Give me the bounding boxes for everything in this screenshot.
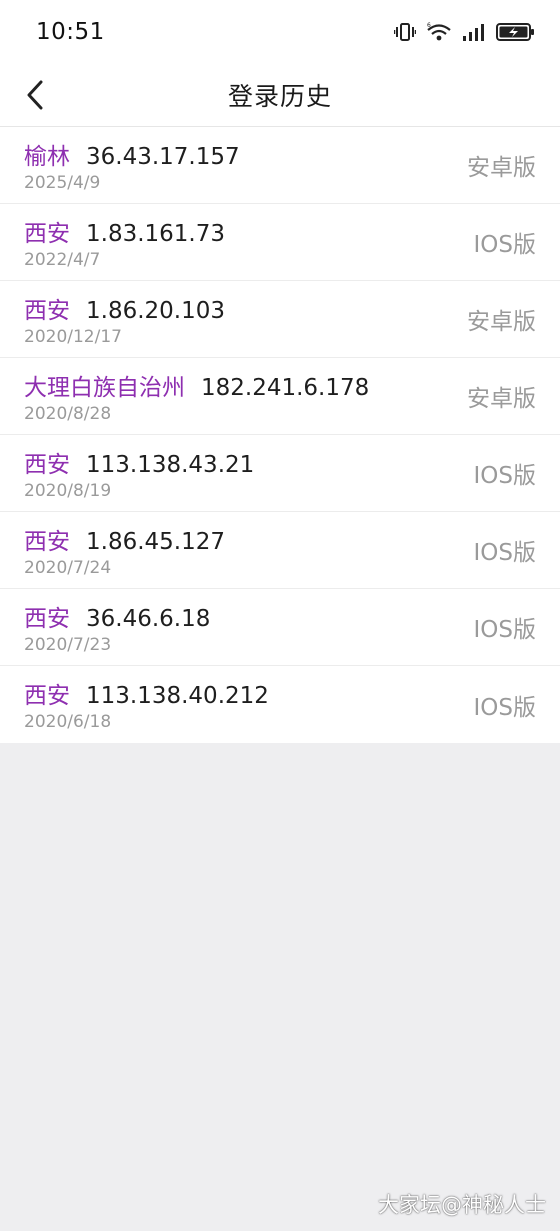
login-city: 西安 xyxy=(24,683,70,709)
login-ip: 1.86.20.103 xyxy=(86,298,225,324)
vibrate-icon xyxy=(394,22,416,42)
login-city: 榆林 xyxy=(24,144,70,170)
chevron-left-icon xyxy=(27,80,43,110)
login-record[interactable]: 西安 113.138.43.21 2020/8/19 IOS版 xyxy=(0,435,560,512)
status-icons: 6 xyxy=(394,22,536,42)
watermark: 大家坛@神秘人士 xyxy=(378,1193,546,1217)
login-record[interactable]: 西安 1.83.161.73 2022/4/7 IOS版 xyxy=(0,204,560,281)
login-ip: 113.138.40.212 xyxy=(86,683,269,709)
login-ip: 182.241.6.178 xyxy=(201,375,370,401)
page-title: 登录历史 xyxy=(227,82,332,111)
top-area: 10:51 6 登录历史 xyxy=(0,0,560,127)
login-history-list: 榆林 36.43.17.157 2025/4/9 安卓版 西安 1.83.161… xyxy=(0,127,560,743)
login-platform: 安卓版 xyxy=(467,386,536,412)
signal-icon xyxy=(462,22,486,42)
status-bar: 10:51 6 xyxy=(0,0,560,64)
login-platform: IOS版 xyxy=(473,463,537,489)
login-record[interactable]: 西安 1.86.45.127 2020/7/24 IOS版 xyxy=(0,512,560,589)
login-date: 2022/4/7 xyxy=(24,250,101,270)
login-record[interactable]: 大理白族自治州 182.241.6.178 2020/8/28 安卓版 xyxy=(0,358,560,435)
login-date: 2020/7/23 xyxy=(24,635,112,655)
login-date: 2020/12/17 xyxy=(24,327,122,347)
login-record[interactable]: 西安 36.46.6.18 2020/7/23 IOS版 xyxy=(0,589,560,666)
login-platform: IOS版 xyxy=(473,617,537,643)
login-platform: 安卓版 xyxy=(467,155,536,181)
login-record[interactable]: 西安 1.86.20.103 2020/12/17 安卓版 xyxy=(0,281,560,358)
login-record[interactable]: 榆林 36.43.17.157 2025/4/9 安卓版 xyxy=(0,127,560,204)
login-date: 2020/8/28 xyxy=(24,404,112,424)
nav-bar: 登录历史 xyxy=(0,64,560,127)
login-city: 西安 xyxy=(24,529,70,555)
svg-text:6: 6 xyxy=(427,22,431,29)
login-ip: 1.83.161.73 xyxy=(86,221,225,247)
login-platform: IOS版 xyxy=(473,232,537,258)
login-ip: 113.138.43.21 xyxy=(86,452,255,478)
login-date: 2020/7/24 xyxy=(24,558,112,578)
wifi-6-icon: 6 xyxy=(426,22,452,42)
login-date: 2020/6/18 xyxy=(24,712,112,732)
login-city: 西安 xyxy=(24,452,70,478)
login-ip: 1.86.45.127 xyxy=(86,529,225,555)
login-ip: 36.46.6.18 xyxy=(86,606,211,632)
login-date: 2025/4/9 xyxy=(24,173,101,193)
login-ip: 36.43.17.157 xyxy=(86,144,240,170)
login-city: 西安 xyxy=(24,606,70,632)
battery-charging-icon xyxy=(496,22,536,42)
login-platform: 安卓版 xyxy=(467,309,536,335)
login-platform: IOS版 xyxy=(473,540,537,566)
login-date: 2020/8/19 xyxy=(24,481,112,501)
login-platform: IOS版 xyxy=(473,694,537,721)
login-city: 西安 xyxy=(24,221,70,247)
login-city: 西安 xyxy=(24,298,70,324)
login-city: 大理白族自治州 xyxy=(24,375,185,401)
login-record[interactable]: 西安 113.138.40.212 2020/6/18 IOS版 xyxy=(0,666,560,743)
back-button[interactable] xyxy=(18,78,52,112)
status-time: 10:51 xyxy=(36,19,105,45)
